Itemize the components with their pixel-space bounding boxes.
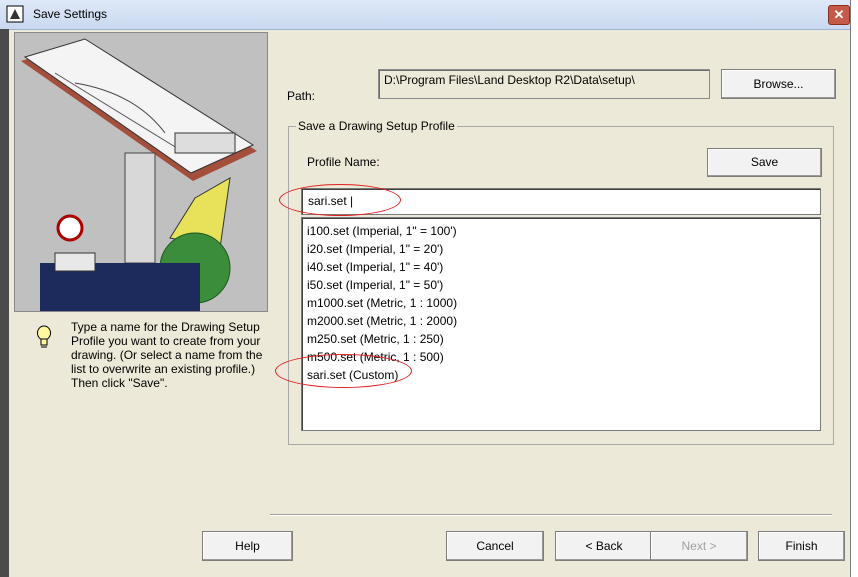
path-field: D:\Program Files\Land Desktop R2\Data\se…	[378, 69, 710, 99]
list-item[interactable]: i50.set (Imperial, 1" = 50')	[307, 278, 443, 292]
profile-name-input[interactable]: sari.set |	[301, 188, 821, 215]
list-item[interactable]: i100.set (Imperial, 1" = 100')	[307, 224, 457, 238]
wizard-illustration	[14, 32, 268, 312]
back-button[interactable]: < Back	[555, 531, 653, 561]
list-item[interactable]: m500.set (Metric, 1 : 500)	[307, 350, 444, 364]
profile-group-title: Save a Drawing Setup Profile	[296, 119, 457, 133]
cancel-button[interactable]: Cancel	[446, 531, 544, 561]
list-item[interactable]: m250.set (Metric, 1 : 250)	[307, 332, 444, 346]
list-item[interactable]: i20.set (Imperial, 1" = 20')	[307, 242, 443, 256]
finish-button[interactable]: Finish	[758, 531, 845, 561]
window-title: Save Settings	[33, 7, 108, 21]
close-button[interactable]: ✕	[828, 5, 850, 25]
list-item[interactable]: m2000.set (Metric, 1 : 2000)	[307, 314, 457, 328]
window-frame	[0, 29, 9, 577]
footer-divider	[270, 514, 832, 516]
save-settings-dialog: Save Settings ✕ Type a name for the Draw…	[0, 0, 851, 577]
profile-list[interactable]: i100.set (Imperial, 1" = 100') i20.set (…	[301, 217, 821, 431]
title-bar: Save Settings ✕	[0, 0, 850, 30]
next-button: Next >	[650, 531, 748, 561]
app-icon	[6, 5, 24, 23]
profile-name-value: sari.set |	[308, 194, 354, 208]
save-button[interactable]: Save	[707, 148, 822, 177]
help-button[interactable]: Help	[202, 531, 293, 561]
profile-name-label: Profile Name:	[307, 155, 380, 169]
list-item[interactable]: i40.set (Imperial, 1" = 40')	[307, 260, 443, 274]
path-label: Path:	[287, 89, 316, 103]
path-value: D:\Program Files\Land Desktop R2\Data\se…	[384, 73, 635, 87]
list-item[interactable]: m1000.set (Metric, 1 : 1000)	[307, 296, 457, 310]
browse-button[interactable]: Browse...	[721, 69, 836, 99]
list-item[interactable]: sari.set (Custom)	[307, 368, 398, 382]
hint-text: Type a name for the Drawing Setup Profil…	[71, 320, 263, 390]
close-icon: ✕	[833, 7, 845, 22]
lightbulb-icon	[37, 325, 51, 348]
